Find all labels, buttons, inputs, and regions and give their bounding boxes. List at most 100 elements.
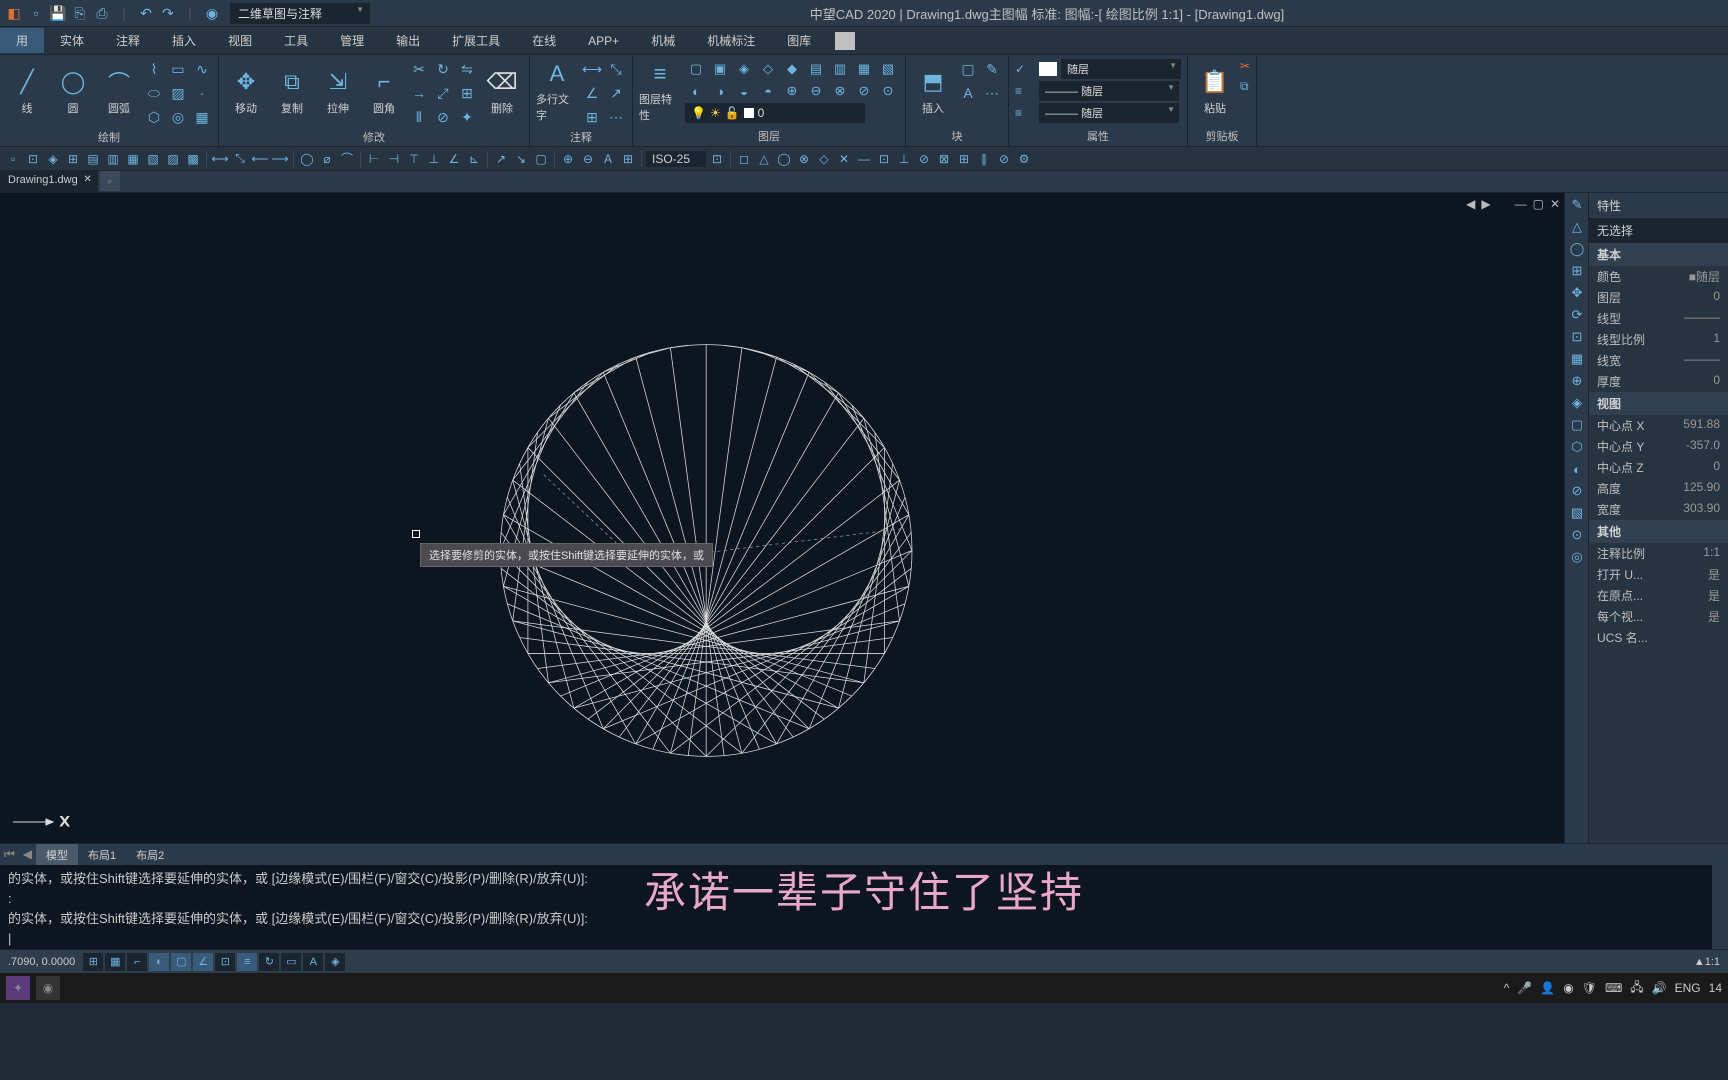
move-button[interactable]: ✥移动 (225, 59, 267, 123)
list-icon[interactable]: ≡ (1015, 84, 1035, 98)
explode-icon[interactable]: ✦ (457, 107, 477, 127)
prop-w-value[interactable]: 303.90 (1683, 501, 1720, 518)
trim-icon[interactable]: ✂ (409, 59, 429, 79)
saveall-icon[interactable]: ⎘ (70, 3, 90, 23)
polygon-icon[interactable]: ⬡ (144, 107, 164, 127)
osnap-int-icon[interactable]: ✕ (835, 150, 853, 168)
tray-people-icon[interactable]: 👤 (1540, 981, 1555, 995)
layout-prev-icon[interactable]: ◀ (19, 844, 36, 865)
delete-button[interactable]: ⌫删除 (481, 59, 523, 123)
menu-实体[interactable]: 实体 (44, 28, 100, 53)
save-icon[interactable]: 💾 (48, 3, 68, 23)
tb-10-icon[interactable]: ▩ (184, 150, 202, 168)
tb-7-icon[interactable]: ▦ (124, 150, 142, 168)
dim-14-icon[interactable]: ↗ (492, 150, 510, 168)
prop-ltype-value[interactable]: ——— (1684, 310, 1720, 327)
offset-icon[interactable]: ⫴ (409, 107, 429, 127)
tray-ime-icon[interactable]: ⌨ (1605, 981, 1622, 995)
layerprops-button[interactable]: ≡图层特性 (639, 59, 681, 123)
prop-layer-value[interactable]: 0 (1713, 289, 1720, 306)
layer-tool12-icon[interactable]: ◒ (733, 81, 755, 101)
fillet-button[interactable]: ⌐圆角 (363, 59, 405, 123)
menu-插入[interactable]: 插入 (156, 28, 212, 53)
donut-icon[interactable]: ◎ (168, 107, 188, 127)
layer-tool18-icon[interactable]: ⊙ (877, 81, 899, 101)
close-tab-icon[interactable]: ✕ (83, 174, 91, 185)
block-edit-icon[interactable]: ✎ (982, 59, 1002, 79)
snap-toggle[interactable]: ⊞ (83, 953, 103, 971)
dim-1-icon[interactable]: ⟷ (211, 150, 229, 168)
menu-机械[interactable]: 机械 (635, 28, 691, 53)
hatch-icon[interactable]: ▨ (168, 83, 188, 103)
ann-toggle[interactable]: A (303, 953, 323, 971)
dyn-toggle[interactable]: ⊡ (215, 953, 235, 971)
paste-button[interactable]: 📋粘贴 (1194, 59, 1236, 123)
linetype-dropdown[interactable]: ——— 随层 (1039, 81, 1179, 101)
mtext-button[interactable]: A多行文字 (536, 59, 578, 123)
palette-8-icon[interactable]: ▦ (1567, 349, 1587, 369)
lwt-toggle[interactable]: ≡ (237, 953, 257, 971)
rotate-icon[interactable]: ↻ (433, 59, 453, 79)
arc-button[interactable]: ⌒圆弧 (98, 59, 140, 123)
dim-7-icon[interactable]: ⌒ (338, 150, 356, 168)
osnap-quad-icon[interactable]: ◇ (815, 150, 833, 168)
palette-15-icon[interactable]: ▧ (1567, 503, 1587, 523)
model-toggle[interactable]: ▭ (281, 953, 301, 971)
nav-right-icon[interactable]: ▶ (1481, 197, 1490, 211)
polyline-icon[interactable]: ⌇ (144, 59, 164, 79)
dim-6-icon[interactable]: ⌀ (318, 150, 336, 168)
dim-12-icon[interactable]: ∠ (445, 150, 463, 168)
prop-h-value[interactable]: 125.90 (1683, 480, 1720, 497)
tray-shield-icon[interactable]: 🛡 (1582, 981, 1597, 995)
dim-13-icon[interactable]: ⊾ (465, 150, 483, 168)
palette-10-icon[interactable]: ◈ (1567, 393, 1587, 413)
menu-end-icon[interactable] (835, 32, 855, 50)
dim-17-icon[interactable]: ⊕ (559, 150, 577, 168)
menu-管理[interactable]: 管理 (324, 28, 380, 53)
osnap-toggle[interactable]: ▢ (171, 953, 191, 971)
menu-输出[interactable]: 输出 (380, 28, 436, 53)
palette-6-icon[interactable]: ⟳ (1567, 305, 1587, 325)
line-button[interactable]: ╱线 (6, 59, 48, 123)
color-dropdown[interactable]: 随层 (1061, 59, 1181, 79)
ellipse-icon[interactable]: ⬭ (144, 83, 164, 103)
dim-11-icon[interactable]: ⊥ (425, 150, 443, 168)
tray-net-icon[interactable]: 🖧 (1630, 978, 1643, 999)
prop-color-value[interactable]: ■随层 (1689, 268, 1720, 285)
palette-1-icon[interactable]: ✎ (1567, 195, 1587, 215)
tb-4-icon[interactable]: ⊞ (64, 150, 82, 168)
osnap-tan-icon[interactable]: ⊘ (915, 150, 933, 168)
command-line[interactable]: 的实体，或按住Shift键选择要延伸的实体，或 [边缘模式(E)/围栏(F)/窗… (0, 865, 1728, 949)
osnap-perp-icon[interactable]: ⊥ (895, 150, 913, 168)
new-tab-button[interactable]: ▫ (100, 171, 120, 191)
cyc-toggle[interactable]: ↻ (259, 953, 279, 971)
dim-4-icon[interactable]: ⟶ (271, 150, 289, 168)
dim-20-icon[interactable]: ⊞ (619, 150, 637, 168)
dim-2-icon[interactable]: ⤡ (231, 150, 249, 168)
insert-button[interactable]: ⬒插入 (912, 59, 954, 123)
max-icon[interactable]: ▢ (1533, 197, 1544, 211)
palette-7-icon[interactable]: ⊡ (1567, 327, 1587, 347)
osnap-end-icon[interactable]: ◻ (735, 150, 753, 168)
block-create-icon[interactable]: ▢ (958, 59, 978, 79)
tb-2-icon[interactable]: ⊡ (24, 150, 42, 168)
new-icon[interactable]: ▫ (26, 3, 46, 23)
layer-tool5-icon[interactable]: ◆ (781, 59, 803, 79)
layer-tool14-icon[interactable]: ⊕ (781, 81, 803, 101)
dim-19-icon[interactable]: A (599, 150, 617, 168)
layout-model-tab[interactable]: 模型 (36, 844, 78, 865)
palette-5-icon[interactable]: ✥ (1567, 283, 1587, 303)
dim-8-icon[interactable]: ⊢ (365, 150, 383, 168)
prop-thick-value[interactable]: 0 (1713, 373, 1720, 390)
grid-toggle[interactable]: ▦ (105, 953, 125, 971)
matchprop-icon[interactable]: ✓ (1015, 62, 1035, 76)
dim-5-icon[interactable]: ◯ (298, 150, 316, 168)
taskbar-app1-icon[interactable]: ✦ (6, 976, 30, 1000)
menu-图库[interactable]: 图库 (771, 28, 827, 53)
menu-机械标注[interactable]: 机械标注 (691, 28, 771, 53)
prop-pvp-value[interactable]: 是 (1708, 608, 1720, 625)
prop-origin-value[interactable]: 是 (1708, 587, 1720, 604)
osnap-node-icon[interactable]: ⊗ (795, 150, 813, 168)
point-icon[interactable]: · (192, 83, 212, 103)
dim-9-icon[interactable]: ⊣ (385, 150, 403, 168)
